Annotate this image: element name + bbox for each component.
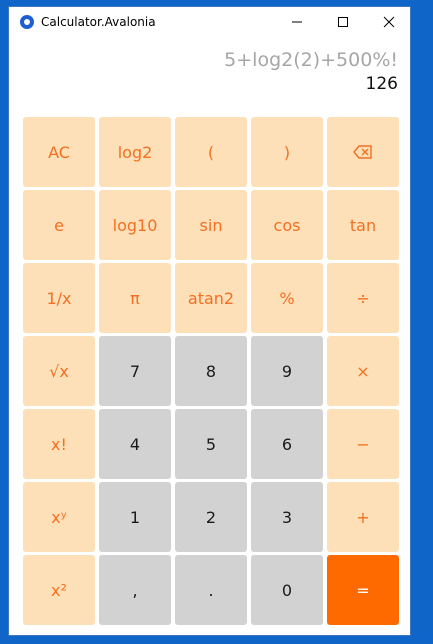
- clear-button[interactable]: AC: [23, 117, 95, 187]
- window-title: Calculator.Avalonia: [41, 15, 156, 29]
- backspace-icon: [353, 145, 372, 159]
- key-label: 3: [281, 507, 293, 527]
- key-label: %: [279, 288, 295, 308]
- atan2-button[interactable]: atan2: [175, 263, 247, 333]
- result-text: 126: [365, 74, 398, 94]
- pi-button[interactable]: π: [99, 263, 171, 333]
- backspace-button[interactable]: [327, 117, 399, 187]
- digit-8-button[interactable]: 8: [175, 336, 247, 406]
- divide-button[interactable]: ÷: [327, 263, 399, 333]
- close-paren-button[interactable]: ): [251, 117, 323, 187]
- multiply-button[interactable]: ×: [327, 336, 399, 406]
- title-bar[interactable]: Calculator.Avalonia: [9, 7, 410, 37]
- key-label: 2: [205, 507, 217, 527]
- digit-0-button[interactable]: 0: [251, 555, 323, 625]
- key-label: x²: [51, 580, 67, 600]
- minimize-icon: [292, 21, 302, 23]
- key-label: xʸ: [51, 507, 67, 527]
- key-label: 9: [281, 361, 293, 381]
- subtract-button[interactable]: −: [327, 409, 399, 479]
- avalonia-logo-icon: [20, 15, 34, 29]
- digit-1-button[interactable]: 1: [99, 482, 171, 552]
- maximize-icon: [338, 17, 348, 27]
- digit-3-button[interactable]: 3: [251, 482, 323, 552]
- key-label: ×: [356, 361, 370, 381]
- key-label: 5: [205, 434, 217, 454]
- comma-button[interactable]: ,: [99, 555, 171, 625]
- key-label: ,: [132, 580, 138, 600]
- key-label: 0: [281, 580, 293, 600]
- key-label: .: [208, 580, 214, 600]
- reciprocal-button[interactable]: 1/x: [23, 263, 95, 333]
- digit-2-button[interactable]: 2: [175, 482, 247, 552]
- key-label: ÷: [356, 288, 370, 308]
- key-label: log10: [112, 215, 158, 235]
- e-button[interactable]: e: [23, 190, 95, 260]
- square-button[interactable]: x²: [23, 555, 95, 625]
- key-label: 8: [205, 361, 217, 381]
- digit-6-button[interactable]: 6: [251, 409, 323, 479]
- calculator-display: 5+log2(2)+500%! 126: [9, 37, 410, 117]
- key-label: 7: [129, 361, 141, 381]
- key-label: 4: [129, 434, 141, 454]
- key-label: π: [130, 288, 140, 308]
- close-button[interactable]: [366, 7, 410, 37]
- key-label: √x: [49, 361, 69, 381]
- keypad: AC log2 () e log10 sin cos tan 1/x π atan2% ÷ √x 7 8 9 ×…: [23, 117, 401, 629]
- expression-text: 5+log2(2)+500%!: [224, 49, 398, 71]
- add-button[interactable]: +: [327, 482, 399, 552]
- digit-5-button[interactable]: 5: [175, 409, 247, 479]
- digit-4-button[interactable]: 4: [99, 409, 171, 479]
- minimize-button[interactable]: [274, 7, 320, 37]
- digit-9-button[interactable]: 9: [251, 336, 323, 406]
- key-label: x!: [51, 434, 67, 454]
- key-label: ): [283, 142, 291, 162]
- sqrt-button[interactable]: √x: [23, 336, 95, 406]
- key-label: −: [356, 434, 370, 454]
- key-label: log2: [117, 142, 153, 162]
- key-label: 6: [281, 434, 293, 454]
- cos-button[interactable]: cos: [251, 190, 323, 260]
- open-paren-button[interactable]: (: [175, 117, 247, 187]
- factorial-button[interactable]: x!: [23, 409, 95, 479]
- tan-button[interactable]: tan: [327, 190, 399, 260]
- key-label: AC: [48, 142, 70, 162]
- equals-button[interactable]: =: [327, 555, 399, 625]
- sin-button[interactable]: sin: [175, 190, 247, 260]
- maximize-button[interactable]: [320, 7, 366, 37]
- close-icon: [383, 16, 395, 28]
- digit-7-button[interactable]: 7: [99, 336, 171, 406]
- key-label: tan: [349, 215, 377, 235]
- percent-button[interactable]: %: [251, 263, 323, 333]
- log10-button[interactable]: log10: [99, 190, 171, 260]
- key-label: +: [356, 507, 370, 527]
- key-label: sin: [199, 215, 223, 235]
- calculator-window: Calculator.Avalonia 5+log2(2)+500%! 126 …: [8, 6, 411, 636]
- decimal-button[interactable]: .: [175, 555, 247, 625]
- key-label: (: [207, 142, 215, 162]
- log2-button[interactable]: log2: [99, 117, 171, 187]
- key-label: e: [54, 215, 64, 235]
- key-label: atan2: [187, 288, 235, 308]
- key-label: cos: [273, 215, 301, 235]
- key-label: 1/x: [46, 288, 72, 308]
- power-button[interactable]: xʸ: [23, 482, 95, 552]
- key-label: 1: [129, 507, 141, 527]
- key-label: =: [356, 580, 370, 600]
